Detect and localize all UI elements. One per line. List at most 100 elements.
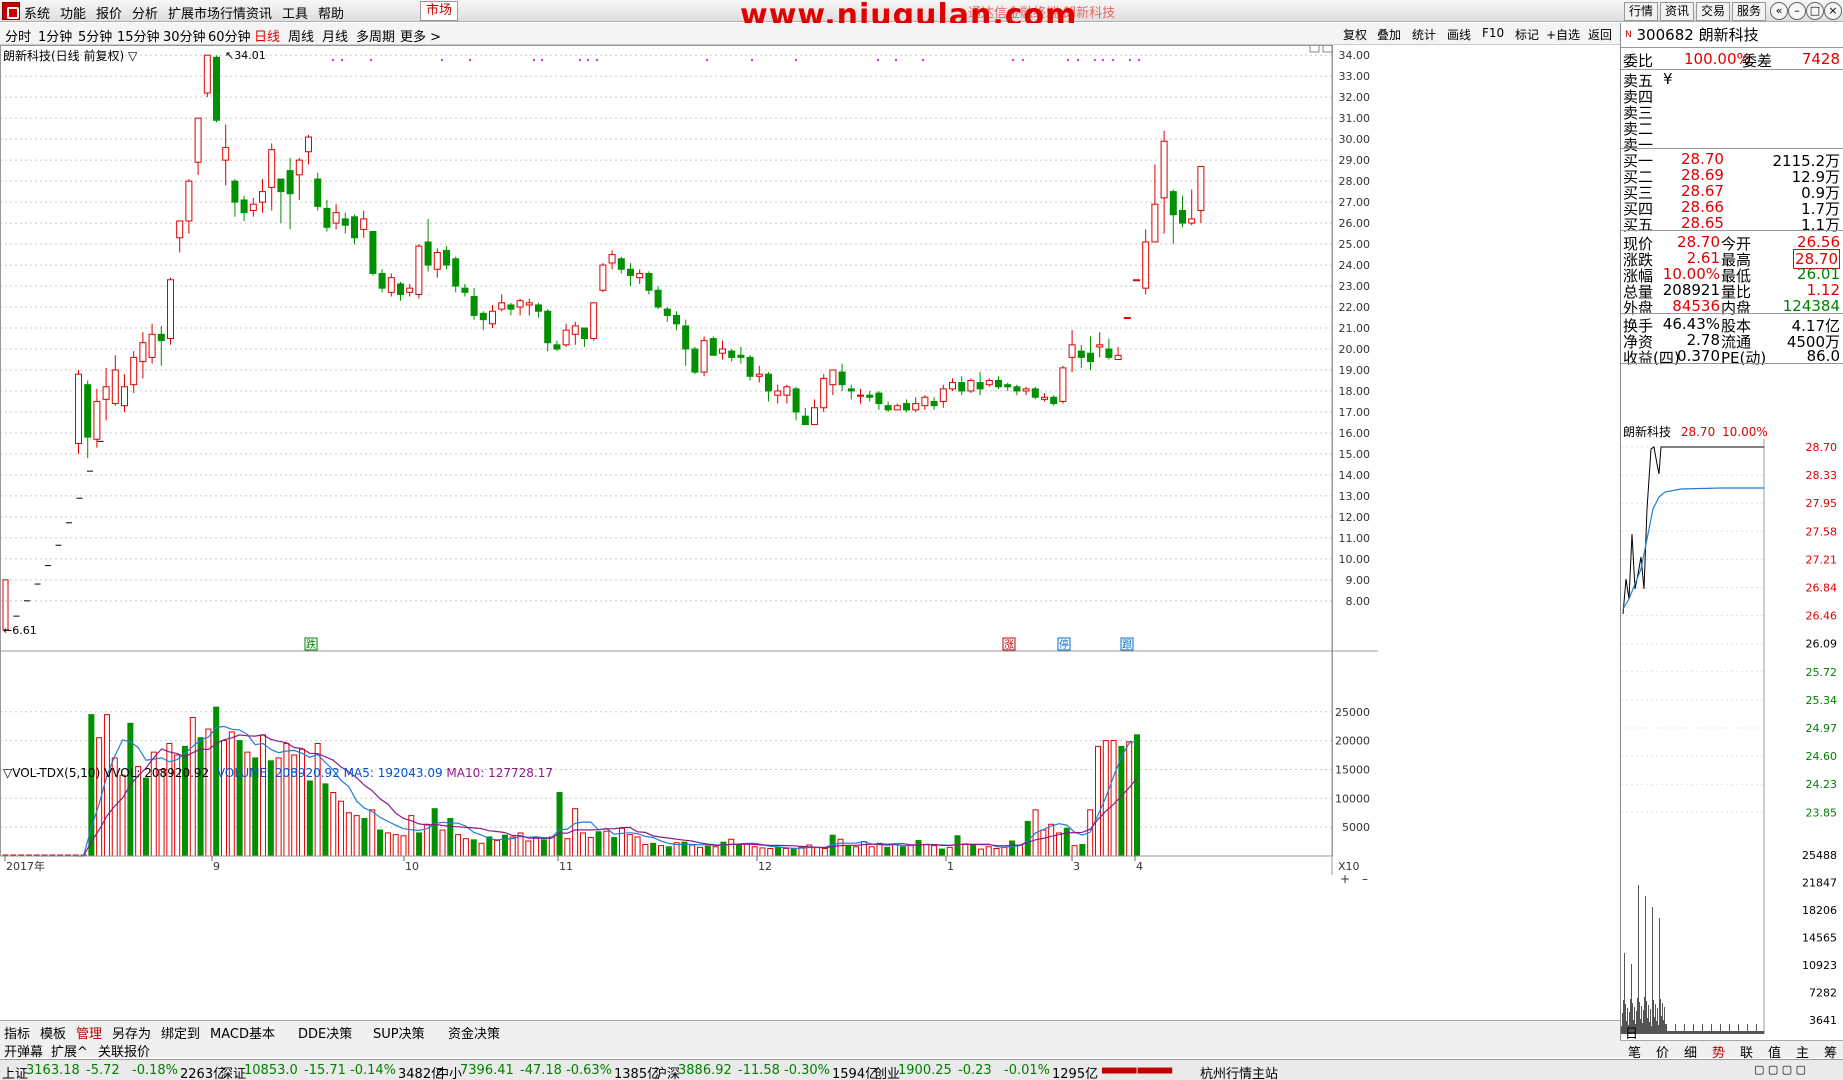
volume-bar (338, 800, 345, 857)
event-dot (705, 58, 709, 62)
top-trade-button[interactable]: 交易 (1696, 2, 1730, 21)
tool-draw[interactable]: 画线 (1447, 26, 1471, 43)
candle-body (1050, 396, 1058, 405)
volume-bar (626, 834, 633, 857)
candle-body (967, 379, 975, 392)
tool-mark[interactable]: 标记 (1515, 26, 1539, 43)
period-timeshare[interactable]: 分时 (5, 26, 31, 45)
event-marker-label[interactable]: 跟 (1122, 639, 1132, 651)
candle-body (544, 310, 552, 344)
mini-price-label: 26.09 (1806, 638, 1838, 651)
chart-window-icon[interactable] (1322, 45, 1333, 53)
tool-stats[interactable]: 统计 (1412, 26, 1436, 43)
period-multi[interactable]: 多周期 (356, 26, 395, 45)
zoom-out-button[interactable]: – (1362, 872, 1368, 886)
candle-body (958, 382, 966, 392)
event-dot (921, 58, 925, 62)
candle-body (332, 212, 340, 224)
candle-body (636, 272, 644, 279)
volume-bar (579, 832, 586, 857)
volume-bar (330, 792, 337, 857)
tool-f10[interactable]: F10 (1482, 26, 1504, 40)
candle-body (443, 249, 450, 266)
top-quote-button[interactable]: 行情 (1624, 2, 1658, 21)
tool-add-watchlist[interactable]: +自选 (1546, 26, 1580, 43)
menu-quote[interactable]: 报价 (96, 3, 122, 22)
intraday-mini-chart[interactable]: 28.70 28.33 27.95 27.58 27.21 26.84 26.46 26.09… (1621, 439, 1843, 1039)
mini-volume-label: 14565 (1802, 932, 1837, 945)
period-more[interactable]: 更多 > (400, 26, 441, 45)
period-monthly[interactable]: 月线 (322, 26, 348, 45)
menu-analysis[interactable]: 分析 (132, 3, 158, 22)
chart-layout-icon[interactable] (1309, 45, 1320, 53)
price-tick-label: 34.00 (1339, 49, 1371, 62)
period-15min[interactable]: 15分钟 (117, 26, 160, 45)
candle-body (406, 287, 414, 293)
menu-system[interactable]: 系统 (24, 3, 50, 22)
event-dot (1011, 58, 1015, 62)
candle-body (783, 386, 791, 396)
window-restore-icon[interactable]: « (1770, 2, 1788, 20)
menu-tools[interactable]: 工具 (282, 3, 308, 22)
index-amount: 1594亿 (832, 1067, 879, 1080)
period-60min[interactable]: 60分钟 (208, 26, 251, 45)
candle-body (1179, 210, 1186, 224)
period-daily[interactable]: 日线 (254, 26, 280, 45)
period-1min[interactable]: 1分钟 (38, 26, 72, 45)
period-weekly[interactable]: 周线 (288, 26, 314, 45)
price-tick-label: 32.00 (1339, 91, 1371, 104)
date-label: 3 (1073, 860, 1080, 873)
extension-tab-0[interactable]: 开弹幕 (4, 1041, 43, 1060)
price-tick-label: 9.00 (1346, 574, 1371, 587)
menu-function[interactable]: 功能 (60, 3, 86, 22)
date-label: 4 (1136, 860, 1143, 873)
index-name[interactable]: 中小 (436, 1063, 462, 1080)
volume-bar (1079, 843, 1086, 857)
stock-chart-title[interactable]: 朗新科技(日线 前复权) ▽ (3, 47, 137, 64)
event-marker-label[interactable]: 涨 (1004, 639, 1014, 651)
tool-overlay[interactable]: 叠加 (1377, 26, 1401, 43)
volume-bar (447, 817, 454, 857)
tool-back[interactable]: 返回 (1588, 26, 1612, 43)
volume-bar (814, 846, 821, 857)
period-5min[interactable]: 5分钟 (78, 26, 112, 45)
candle-body (351, 216, 358, 239)
index-name[interactable]: 深证 (220, 1063, 246, 1080)
candle-body (755, 373, 763, 377)
volume-bar (501, 834, 508, 857)
candle-body (673, 314, 680, 325)
index-name[interactable]: 沪深 (654, 1063, 680, 1080)
tool-adjust[interactable]: 复权 (1343, 26, 1367, 43)
window-minimize-icon[interactable]: – (1788, 2, 1806, 20)
status-icons[interactable]: ▢ ▢ ▢ ▢ (1754, 1063, 1806, 1076)
zoom-in-button[interactable]: + (1340, 872, 1350, 886)
volume-bar (642, 843, 649, 857)
menu-market-button[interactable]: 市场 (420, 1, 458, 21)
index-name[interactable]: 创业 (874, 1063, 900, 1080)
top-service-button[interactable]: 服务 (1732, 2, 1766, 21)
candle-body (360, 218, 368, 230)
top-news-button[interactable]: 资讯 (1660, 2, 1694, 21)
volume-bar (400, 835, 407, 857)
extension-tab-1[interactable]: 扩展^ (51, 1041, 88, 1060)
kline-chart[interactable]: ↖34.01 ←6.61 34.00 33.00 32.00 31.00 30.00 29.… (0, 45, 1620, 1020)
event-dot (1076, 58, 1080, 62)
volume-bar (283, 742, 290, 857)
candle-body (838, 371, 846, 386)
vol-indicator-name[interactable]: ▽VOL-TDX(5,10) (3, 766, 100, 780)
event-dot (1093, 58, 1097, 62)
tick-chart-header: 朗新科技 28.70 10.00% (1623, 425, 1768, 439)
menu-help[interactable]: 帮助 (318, 3, 344, 22)
period-30min[interactable]: 30分钟 (163, 26, 206, 45)
index-name[interactable]: 上证 (2, 1063, 28, 1080)
window-maximize-icon[interactable]: □ (1806, 2, 1824, 20)
event-marker-label[interactable]: 跌 (306, 638, 316, 651)
extension-tab-2[interactable]: 关联报价 (98, 1041, 150, 1060)
server-station[interactable]: 杭州行情主站 (1200, 1063, 1278, 1080)
window-close-icon[interactable]: × (1824, 2, 1842, 20)
price-tick-label: 22.00 (1339, 301, 1371, 314)
mini-volume-label: 7282 (1809, 987, 1837, 1000)
event-marker-label[interactable]: 停 (1059, 638, 1069, 651)
menu-extended-market[interactable]: 扩展市场行情 (168, 3, 246, 22)
menu-news[interactable]: 资讯 (246, 3, 272, 22)
